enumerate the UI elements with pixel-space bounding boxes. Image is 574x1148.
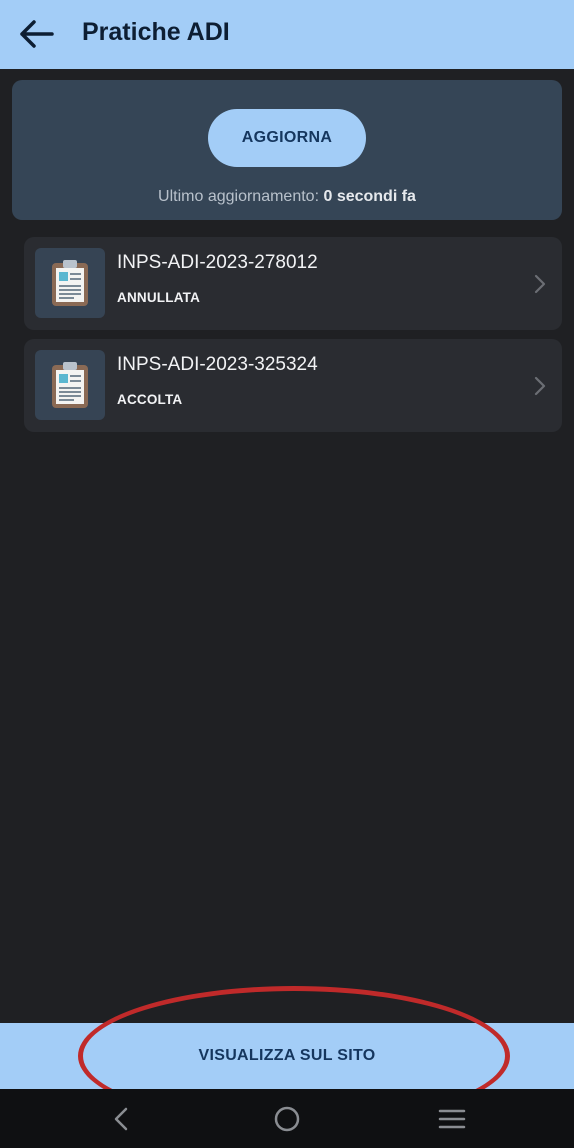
practice-list-item[interactable]: INPS-ADI-2023-278012 ANNULLATA (24, 237, 562, 330)
nav-home-icon (274, 1106, 300, 1132)
clipboard-document-icon (35, 248, 105, 318)
last-update-label: Ultimo aggiornamento: (158, 188, 324, 205)
refresh-button[interactable]: AGGIORNA (208, 109, 366, 167)
app-bar: Pratiche ADI (0, 0, 574, 69)
chevron-right-icon (534, 376, 546, 396)
last-update-value: 0 secondi fa (323, 188, 416, 205)
arrow-left-icon (20, 20, 54, 48)
nav-recents-icon (438, 1109, 466, 1129)
back-button[interactable] (14, 12, 58, 56)
nav-home-button[interactable] (269, 1101, 305, 1137)
update-card: AGGIORNA Ultimo aggiornamento: 0 secondi… (12, 80, 562, 220)
practice-list-item[interactable]: INPS-ADI-2023-325324 ACCOLTA (24, 339, 562, 432)
view-on-site-button[interactable]: VISUALIZZA SUL SITO (0, 1023, 574, 1089)
page-title: Pratiche ADI (82, 18, 230, 46)
view-on-site-label: VISUALIZZA SUL SITO (198, 1047, 376, 1064)
nav-recents-button[interactable] (434, 1101, 470, 1137)
nav-back-icon (114, 1107, 128, 1131)
clipboard-document-icon (35, 350, 105, 420)
practice-status: ANNULLATA (117, 290, 201, 305)
practice-code: INPS-ADI-2023-278012 (117, 252, 318, 273)
practice-code: INPS-ADI-2023-325324 (117, 354, 318, 375)
chevron-right-icon (534, 274, 546, 294)
nav-back-button[interactable] (103, 1101, 139, 1137)
system-nav-bar (0, 1089, 574, 1148)
last-update-status: Ultimo aggiornamento: 0 secondi fa (12, 188, 562, 206)
practice-status: ACCOLTA (117, 392, 183, 407)
